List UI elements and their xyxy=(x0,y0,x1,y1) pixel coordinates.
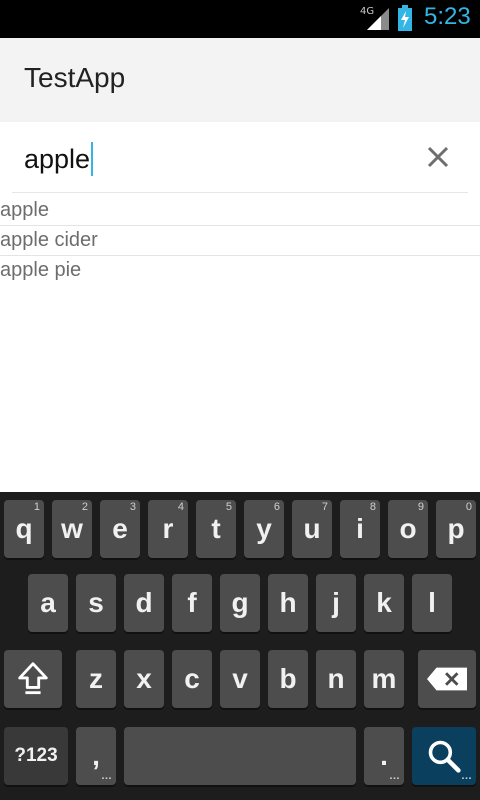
suggestion-list: apple apple cider apple pie xyxy=(0,196,480,286)
spacebar[interactable] xyxy=(124,727,356,785)
search-key[interactable]: … xyxy=(412,727,476,785)
search-icon xyxy=(428,740,461,773)
key-l[interactable]: l xyxy=(412,574,452,632)
soft-keyboard: q1 w2 e3 r4 t5 y6 u7 i8 o9 p0 a s d f g … xyxy=(0,492,480,800)
key-c[interactable]: c xyxy=(172,650,212,708)
key-m[interactable]: m xyxy=(364,650,404,708)
key-k[interactable]: k xyxy=(364,574,404,632)
search-input[interactable]: apple xyxy=(24,142,94,176)
delete-key[interactable] xyxy=(418,650,476,708)
period-key[interactable]: .… xyxy=(364,727,404,785)
suggestion-item[interactable]: apple pie xyxy=(0,256,480,286)
status-time: 5:23 xyxy=(424,3,471,30)
key-d[interactable]: d xyxy=(124,574,164,632)
key-f[interactable]: f xyxy=(172,574,212,632)
key-u[interactable]: u7 xyxy=(292,500,332,558)
key-z[interactable]: z xyxy=(76,650,116,708)
key-x[interactable]: x xyxy=(124,650,164,708)
text-cursor xyxy=(91,142,94,176)
key-t[interactable]: t5 xyxy=(196,500,236,558)
key-r[interactable]: r4 xyxy=(148,500,188,558)
key-y[interactable]: y6 xyxy=(244,500,284,558)
key-p[interactable]: p0 xyxy=(436,500,476,558)
battery-charging-icon xyxy=(398,5,412,31)
suggestion-item[interactable]: apple xyxy=(0,196,480,226)
action-bar: TestApp xyxy=(0,38,480,122)
key-g[interactable]: g xyxy=(220,574,260,632)
key-h[interactable]: h xyxy=(268,574,308,632)
search-bar: apple xyxy=(0,122,480,194)
shift-icon xyxy=(18,662,48,695)
suggestion-item[interactable]: apple cider xyxy=(0,226,480,256)
status-bar: 4G 5:23 xyxy=(0,0,480,38)
key-j[interactable]: j xyxy=(316,574,356,632)
close-icon[interactable] xyxy=(420,140,456,176)
signal-icon xyxy=(367,8,389,30)
key-i[interactable]: i8 xyxy=(340,500,380,558)
search-underline xyxy=(12,192,468,193)
key-w[interactable]: w2 xyxy=(52,500,92,558)
app-title: TestApp xyxy=(24,62,126,93)
key-e[interactable]: e3 xyxy=(100,500,140,558)
key-n[interactable]: n xyxy=(316,650,356,708)
key-o[interactable]: o9 xyxy=(388,500,428,558)
symbols-key[interactable]: ?123 xyxy=(4,727,68,785)
key-a[interactable]: a xyxy=(28,574,68,632)
key-s[interactable]: s xyxy=(76,574,116,632)
key-q[interactable]: q1 xyxy=(4,500,44,558)
comma-key[interactable]: ,… xyxy=(76,727,116,785)
search-input-text: apple xyxy=(24,144,91,174)
key-v[interactable]: v xyxy=(220,650,260,708)
backspace-icon xyxy=(427,667,467,691)
shift-key[interactable] xyxy=(4,650,62,708)
key-b[interactable]: b xyxy=(268,650,308,708)
